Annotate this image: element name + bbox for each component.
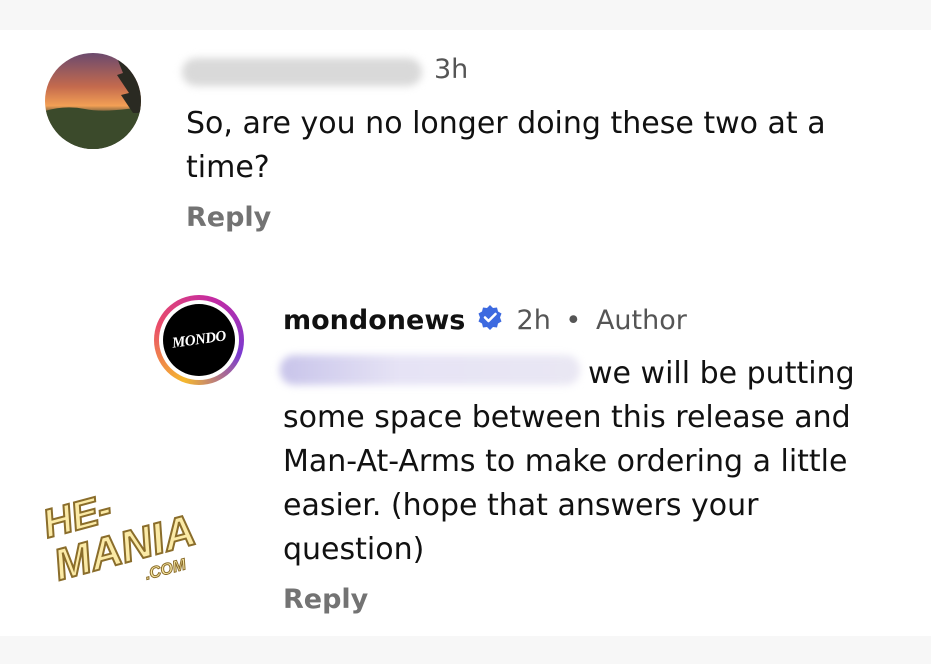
username[interactable]: mondonews xyxy=(283,305,465,336)
author-badge: Author xyxy=(595,305,687,336)
redacted-username xyxy=(182,58,422,86)
reply-time: 2h xyxy=(516,305,551,336)
comment-text: So, are you no longer doing these two at… xyxy=(186,106,826,185)
sunset-photo-icon xyxy=(45,53,141,149)
commenter-avatar[interactable] xyxy=(45,53,141,149)
avatar-ring-gap: MONDO xyxy=(159,300,239,380)
reply-meta: mondonews 2h • Author xyxy=(283,304,687,339)
he-mania-watermark-logo: HE- MANIA .COM xyxy=(40,485,202,591)
mondo-logo-text: MONDO xyxy=(170,327,227,352)
mondo-logo: MONDO xyxy=(163,304,235,376)
mondo-avatar[interactable]: MONDO xyxy=(154,295,244,385)
dot-separator: • xyxy=(565,305,582,336)
reply-button[interactable]: Reply xyxy=(186,202,271,233)
comment-time: 3h xyxy=(434,54,469,85)
reply-button-2[interactable]: Reply xyxy=(283,584,368,615)
verified-badge-icon xyxy=(476,304,504,339)
reply-text: we will be putting some space between th… xyxy=(283,356,855,567)
